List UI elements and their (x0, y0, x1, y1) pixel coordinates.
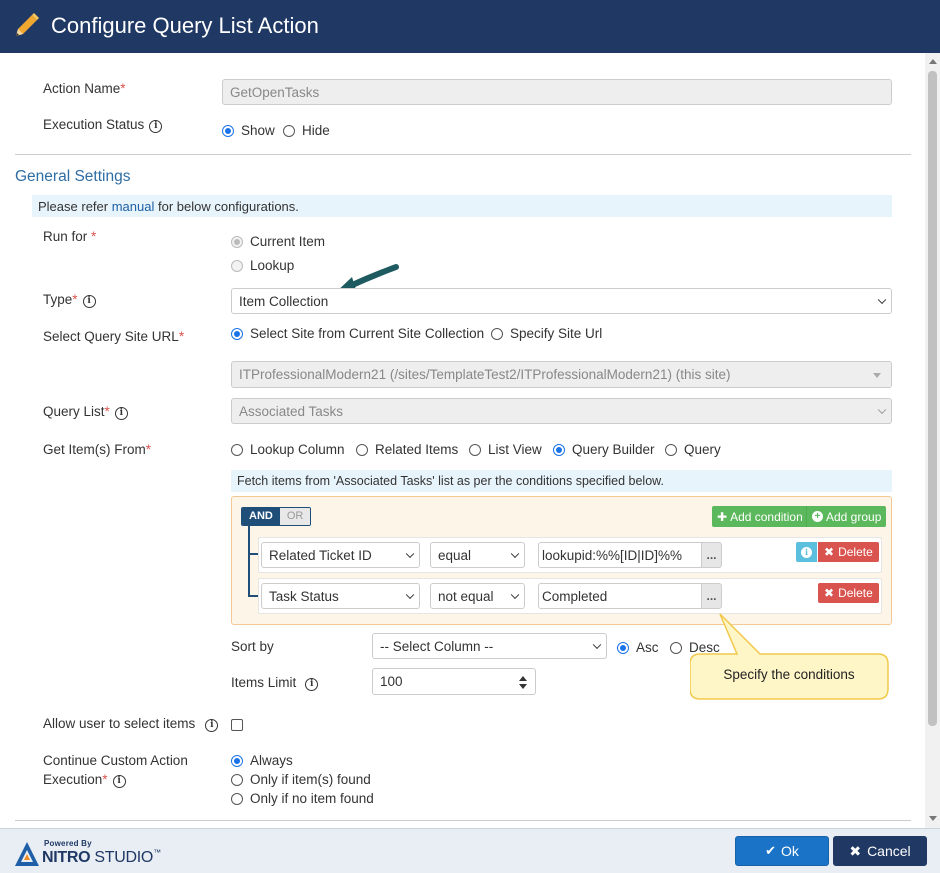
continue-execution-label-2: Execution* i (43, 772, 126, 788)
chevron-down-icon (405, 549, 415, 559)
condition-column-select[interactable]: Related Ticket ID (261, 542, 420, 568)
info-icon[interactable]: i (305, 678, 319, 691)
items-limit-label: Items Limit i (231, 675, 319, 691)
callout-text: Specify the conditions (723, 667, 855, 682)
pencil-icon (16, 13, 39, 36)
condition-value-input[interactable]: Completed (538, 583, 702, 609)
nitro-studio-logo: Powered By NITRO STUDIO™ (14, 839, 164, 869)
check-icon: ✔ (765, 843, 776, 858)
get-items-from-label: Get Item(s) From* (43, 442, 152, 457)
manual-note: Please refer manual for below configurat… (32, 195, 892, 217)
increment-icon[interactable] (519, 676, 527, 681)
section-divider (15, 154, 911, 155)
close-icon: ✖ (824, 545, 835, 559)
general-settings-heading: General Settings (15, 168, 131, 185)
chevron-down-icon (510, 590, 520, 600)
execution-status-show-radio[interactable]: Show (222, 123, 289, 138)
chevron-down-icon (877, 405, 887, 415)
info-icon[interactable]: i (112, 775, 126, 788)
query-list-select[interactable]: Associated Tasks (231, 398, 892, 424)
continue-always-radio[interactable]: Always (231, 753, 307, 768)
add-group-button[interactable]: + Add group (806, 506, 887, 527)
chevron-down-icon (592, 640, 602, 650)
dialog-title: Configure Query List Action (51, 13, 319, 38)
continue-if-none-radio[interactable]: Only if no item found (231, 791, 388, 806)
close-icon: ✖ (824, 586, 835, 600)
chevron-down-icon (405, 590, 415, 600)
or-button[interactable]: OR (279, 508, 311, 525)
chevron-down-icon (510, 549, 520, 559)
info-icon: i (801, 546, 812, 558)
items-limit-stepper[interactable] (510, 668, 536, 695)
sort-column-select[interactable]: -- Select Column -- (372, 633, 607, 659)
get-items-related-items-radio[interactable]: Related Items (356, 442, 472, 457)
info-icon[interactable]: i (149, 120, 163, 133)
scroll-down-icon[interactable] (929, 816, 937, 821)
sort-by-label: Sort by (231, 639, 274, 654)
query-list-label: Query List* i (43, 404, 128, 420)
plus-circle-icon: + (812, 511, 823, 522)
get-items-query-radio[interactable]: Query (665, 442, 735, 457)
site-url-label: Select Query Site URL* (43, 329, 185, 344)
delete-condition-button[interactable]: ✖ Delete (818, 583, 879, 603)
tree-connector (248, 595, 258, 597)
run-for-current-item-radio[interactable]: Current Item (231, 234, 339, 249)
get-items-list-view-radio[interactable]: List View (469, 442, 556, 457)
nitro-logo-icon (15, 842, 39, 866)
chevron-down-icon (877, 295, 887, 305)
sort-asc-radio[interactable]: Asc (617, 640, 673, 655)
info-icon[interactable]: i (114, 407, 128, 420)
action-name-label: Action Name* (43, 81, 126, 96)
continue-execution-label: Continue Custom Action (43, 753, 188, 768)
decrement-icon[interactable] (519, 684, 527, 689)
action-name-input[interactable]: GetOpenTasks (222, 79, 892, 105)
value-picker-button[interactable]: ... (701, 583, 722, 609)
tree-connector (248, 553, 258, 555)
condition-column-select[interactable]: Task Status (261, 583, 420, 609)
site-url-specify-radio[interactable]: Specify Site Url (491, 326, 616, 341)
and-button[interactable]: AND (242, 508, 280, 525)
site-url-current-collection-radio[interactable]: Select Site from Current Site Collection (231, 326, 498, 341)
chevron-down-icon (873, 372, 881, 378)
and-or-toggle[interactable]: AND OR (241, 507, 312, 526)
allow-select-label: Allow user to select items i (43, 716, 219, 732)
ok-button[interactable]: ✔ Ok (735, 836, 829, 866)
condition-operator-select[interactable]: equal (430, 542, 525, 568)
info-icon[interactable]: i (82, 295, 96, 308)
close-icon: ✖ (849, 842, 862, 859)
section-divider (15, 820, 911, 821)
query-builder-info: Fetch items from 'Associated Tasks' list… (231, 470, 892, 492)
scroll-thumb[interactable] (928, 71, 937, 726)
value-picker-button[interactable]: ... (701, 542, 722, 568)
type-select[interactable]: Item Collection (231, 288, 892, 314)
vertical-scrollbar[interactable] (925, 53, 940, 828)
condition-operator-select[interactable]: not equal (430, 583, 525, 609)
site-select[interactable]: ITProfessionalModern21 (/sites/TemplateT… (231, 361, 892, 388)
condition-info-button[interactable]: i (796, 542, 817, 562)
get-items-lookup-column-radio[interactable]: Lookup Column (231, 442, 359, 457)
execution-status-hide-radio[interactable]: Hide (283, 123, 344, 138)
tree-connector (248, 526, 250, 597)
manual-link[interactable]: manual (112, 199, 155, 214)
info-icon[interactable]: i (205, 719, 219, 732)
get-items-query-builder-radio[interactable]: Query Builder (553, 442, 669, 457)
run-for-lookup-radio[interactable]: Lookup (231, 258, 308, 273)
callout-bubble (690, 613, 889, 700)
scroll-up-icon[interactable] (929, 59, 937, 64)
cancel-button[interactable]: ✖ Cancel (833, 836, 927, 866)
delete-condition-button[interactable]: ✖ Delete (818, 542, 879, 562)
dialog-header: Configure Query List Action (0, 0, 940, 53)
execution-status-label: Execution Status i (43, 117, 163, 133)
run-for-label: Run for * (43, 229, 97, 244)
condition-value-input[interactable]: lookupid:%%[ID|ID]%% (538, 542, 702, 568)
allow-select-checkbox[interactable] (231, 719, 243, 731)
continue-if-found-radio[interactable]: Only if item(s) found (231, 772, 385, 787)
type-label: Type* i (43, 292, 96, 308)
add-condition-button[interactable]: ✚ Add condition (712, 506, 808, 527)
items-limit-input[interactable]: 100 (372, 668, 511, 695)
